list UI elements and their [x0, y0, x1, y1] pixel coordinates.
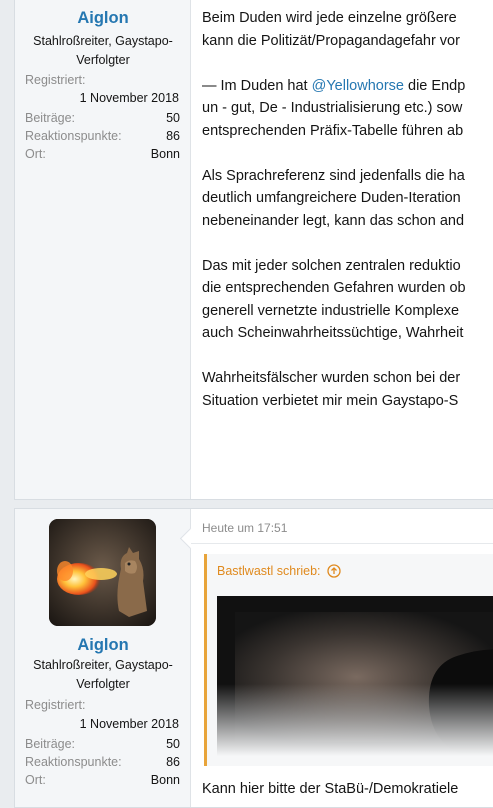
stat-location: Ort: Bonn [25, 145, 180, 163]
stat-key: Beiträge: [25, 111, 76, 125]
stat-value: 86 [166, 755, 180, 769]
username-link[interactable]: Aiglon [15, 636, 191, 655]
arrow-up-circle-icon[interactable] [326, 564, 341, 578]
stat-value: 50 [166, 737, 180, 751]
body-line: — Im Duden hat @Yellowhorse die Endp [202, 75, 493, 98]
stat-key: Beiträge: [25, 737, 76, 751]
username-link[interactable]: Aiglon [15, 9, 191, 28]
stat-reactions: Reaktionspunkte: 86 [25, 753, 180, 771]
body-line: auch Scheinwahrheitssüchtige, Wahrheit [202, 325, 464, 341]
registered-label: Registriert: [25, 698, 86, 712]
body-line-text: — Im Duden hat [202, 77, 312, 94]
body-line: Das mit jeder solchen zentralen reduktio [202, 257, 461, 274]
quote-author-link[interactable]: Bastlwastl schrieb: [217, 564, 341, 578]
post-body-line: Kann hier bitte der StaBü-/Demokratiele [202, 781, 459, 797]
user-sidebar: Aiglon Stahlroßreiter, Gaystapo-Verfolgt… [15, 0, 191, 499]
user-mention-link[interactable]: @Yellowhorse [312, 78, 404, 94]
stat-reactions: Reaktionspunkte: 86 [25, 127, 180, 145]
avatar[interactable] [49, 519, 156, 626]
registered-label: Registriert: [25, 73, 86, 87]
stat-key: Reaktionspunkte: [25, 755, 122, 769]
body-line: Beim Duden wird jede einzelne größere [202, 10, 457, 26]
body-line: kann die Politizät/Propagandagefahr vor [202, 32, 460, 49]
stat-value: 86 [166, 129, 180, 143]
post: Aiglon Stahlroßreiter, Gaystapo- Verfolg… [14, 508, 493, 808]
body-line-text: die Endp [403, 77, 466, 94]
quoted-image-graphic [217, 596, 493, 756]
body-line: Wahrheitsfälscher wurden schon bei der [202, 370, 461, 386]
body-line: Situation verbietet mir mein Gaystapo-S [202, 392, 459, 409]
user-title-line: Verfolgter [76, 677, 130, 691]
avatar-image [49, 519, 156, 626]
body-line: nebeneinander legt, kann das schon and [202, 212, 465, 229]
user-title: Stahlroßreiter, Gaystapo-Verfolgter [15, 32, 191, 70]
stat-key: Reaktionspunkte: [25, 129, 122, 143]
stat-value: 50 [166, 111, 180, 125]
body-line: Als Sprachreferenz sind jedenfalls die h… [202, 167, 465, 184]
body-line: generell vernetzte industrielle Komplexe [202, 302, 460, 319]
user-sidebar: Aiglon Stahlroßreiter, Gaystapo- Verfolg… [15, 509, 191, 807]
body-line: un - gut, De - Industrialisierung etc.) … [202, 100, 463, 116]
body-line: deutlich umfangreichere Duden-Iteration [202, 190, 461, 206]
registered-value: 1 November 2018 [79, 717, 179, 731]
quote-author: Bastlwastl schrieb: [217, 564, 321, 578]
post-body: Beim Duden wird jede einzelne größere ka… [202, 7, 493, 412]
quoted-image[interactable] [217, 596, 493, 756]
stat-posts: Beiträge: 50 [25, 109, 180, 127]
header-divider [191, 543, 493, 544]
post-timestamp-link[interactable]: Heute um 17:51 [202, 521, 287, 535]
post: Aiglon Stahlroßreiter, Gaystapo-Verfolgt… [14, 0, 493, 500]
stat-value: Bonn [150, 147, 180, 161]
stat-key: Ort: [25, 773, 46, 787]
quote-block: Bastlwastl schrieb: [204, 554, 493, 766]
registered-value: 1 November 2018 [79, 91, 179, 105]
stat-value: Bonn [150, 773, 180, 787]
body-line: die entsprechenden Gefahren wurden ob [202, 280, 466, 296]
user-title-text: Stahlroßreiter, Gaystapo-Verfolgter [33, 34, 173, 67]
stat-key: Ort: [25, 147, 46, 161]
stat-posts: Beiträge: 50 [25, 735, 180, 753]
body-line: entsprechenden Präfix-Tabelle führen ab [202, 122, 464, 139]
user-title-line: Stahlroßreiter, Gaystapo- [33, 658, 173, 672]
stat-location: Ort: Bonn [25, 771, 180, 789]
